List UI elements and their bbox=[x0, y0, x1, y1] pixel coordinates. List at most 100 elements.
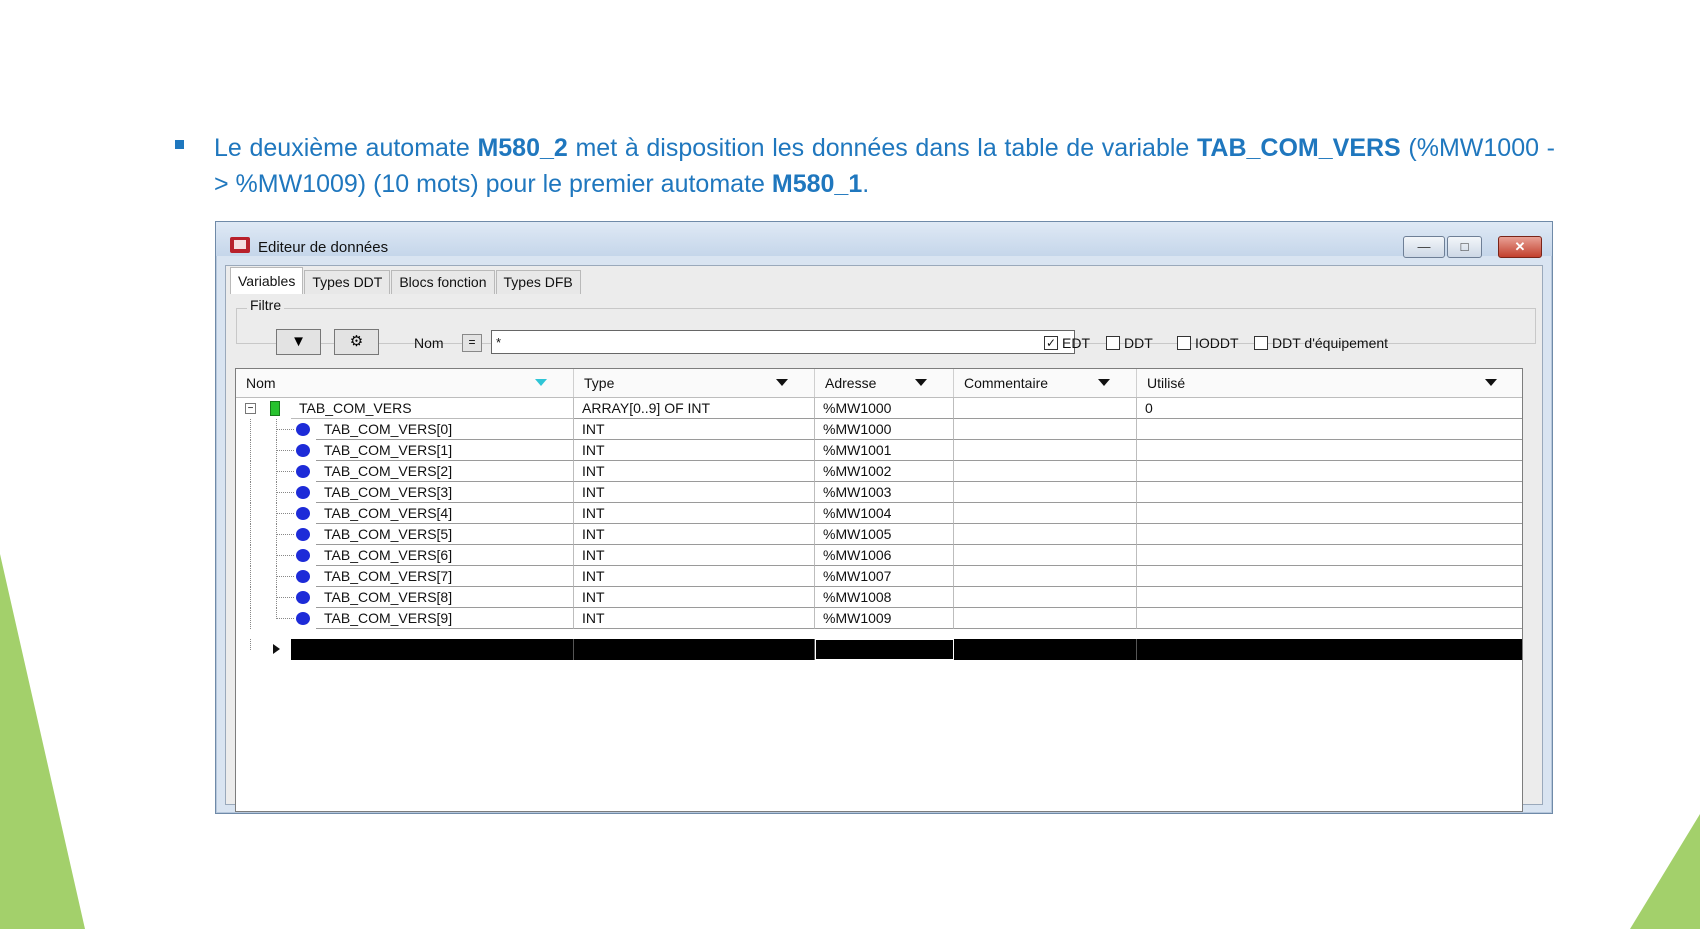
column-header-adresse[interactable]: Adresse bbox=[815, 369, 954, 397]
cell-comment[interactable] bbox=[954, 587, 1137, 608]
table-row[interactable]: TAB_COM_VERS[5] INT %MW1005 bbox=[236, 524, 1522, 545]
cell-used[interactable] bbox=[1137, 419, 1522, 440]
column-header-nom[interactable]: Nom bbox=[236, 369, 574, 397]
close-button[interactable]: ✕ bbox=[1498, 236, 1542, 258]
cell-address[interactable]: %MW1001 bbox=[815, 440, 954, 461]
tab-types-dfb[interactable]: Types DFB bbox=[495, 270, 581, 294]
cell-type[interactable]: INT bbox=[574, 440, 815, 461]
cell-type[interactable]: INT bbox=[574, 461, 815, 482]
cell-comment[interactable] bbox=[954, 545, 1137, 566]
cell-used[interactable] bbox=[1137, 482, 1522, 503]
table-row[interactable]: TAB_COM_VERS[9] INT %MW1009 bbox=[236, 608, 1522, 629]
cell-type[interactable]: ARRAY[0..9] OF INT bbox=[574, 398, 815, 419]
cell-address[interactable]: %MW1000 bbox=[815, 419, 954, 440]
cell-comment[interactable] bbox=[954, 419, 1137, 440]
cell-address[interactable]: %MW1005 bbox=[815, 524, 954, 545]
tab-types-ddt[interactable]: Types DDT bbox=[304, 270, 391, 294]
table-row[interactable]: TAB_COM_VERS[6] INT %MW1006 bbox=[236, 545, 1522, 566]
maximize-button[interactable]: □ bbox=[1447, 236, 1482, 258]
name-filter-input[interactable] bbox=[491, 330, 1075, 354]
table-row[interactable]: TAB_COM_VERS[3] INT %MW1003 bbox=[236, 482, 1522, 503]
cell-name[interactable]: TAB_COM_VERS bbox=[291, 398, 574, 419]
table-row-parent[interactable]: − TAB_COM_VERS ARRAY[0..9] OF INT %MW100… bbox=[236, 398, 1522, 419]
variable-options-button[interactable]: ⚙ bbox=[334, 329, 379, 355]
cell-name[interactable]: TAB_COM_VERS[4] bbox=[316, 503, 574, 524]
filter-button[interactable]: ▼ bbox=[276, 329, 321, 355]
table-row[interactable]: TAB_COM_VERS[2] INT %MW1002 bbox=[236, 461, 1522, 482]
cell-type[interactable]: INT bbox=[574, 545, 815, 566]
dropdown-arrow-icon[interactable] bbox=[776, 379, 788, 386]
table-row[interactable]: TAB_COM_VERS[8] INT %MW1008 bbox=[236, 587, 1522, 608]
checkbox-box[interactable] bbox=[1106, 336, 1120, 350]
cell-type[interactable]: INT bbox=[574, 503, 815, 524]
dropdown-arrow-icon[interactable] bbox=[915, 379, 927, 386]
cell-name[interactable]: TAB_COM_VERS[7] bbox=[316, 566, 574, 587]
cell-name[interactable]: TAB_COM_VERS[2] bbox=[316, 461, 574, 482]
cell-address[interactable]: %MW1006 bbox=[815, 545, 954, 566]
cell-comment[interactable] bbox=[954, 398, 1137, 419]
cell-address[interactable]: %MW1004 bbox=[815, 503, 954, 524]
cell-name[interactable]: TAB_COM_VERS[6] bbox=[316, 545, 574, 566]
cell-used[interactable] bbox=[1137, 461, 1522, 482]
cell-type[interactable]: INT bbox=[574, 419, 815, 440]
column-header-utilise[interactable]: Utilisé bbox=[1137, 369, 1522, 397]
cell-type[interactable]: INT bbox=[574, 566, 815, 587]
cell-name[interactable]: TAB_COM_VERS[9] bbox=[316, 608, 574, 629]
checkbox-box[interactable]: ✓ bbox=[1044, 336, 1058, 350]
cell-address[interactable]: %MW1000 bbox=[815, 398, 954, 419]
checkbox-ddt-equipement[interactable]: DDT d'équipement bbox=[1254, 335, 1388, 351]
table-row[interactable]: TAB_COM_VERS[1] INT %MW1001 bbox=[236, 440, 1522, 461]
cell-used[interactable] bbox=[1137, 587, 1522, 608]
cell-used[interactable] bbox=[1137, 440, 1522, 461]
cell-used[interactable] bbox=[1137, 566, 1522, 587]
new-cell-comment[interactable] bbox=[954, 639, 1137, 660]
table-row[interactable]: TAB_COM_VERS[0] INT %MW1000 bbox=[236, 419, 1522, 440]
checkbox-box[interactable] bbox=[1254, 336, 1268, 350]
cell-used[interactable] bbox=[1137, 545, 1522, 566]
column-header-type[interactable]: Type bbox=[574, 369, 815, 397]
table-row[interactable]: TAB_COM_VERS[7] INT %MW1007 bbox=[236, 566, 1522, 587]
cell-type[interactable]: INT bbox=[574, 608, 815, 629]
cell-address[interactable]: %MW1008 bbox=[815, 587, 954, 608]
new-cell-type[interactable] bbox=[574, 639, 815, 660]
tab-variables[interactable]: Variables bbox=[230, 267, 304, 294]
cell-used[interactable] bbox=[1137, 503, 1522, 524]
cell-used[interactable] bbox=[1137, 608, 1522, 629]
checkbox-ioddt[interactable]: IODDT bbox=[1177, 335, 1239, 351]
cell-address[interactable]: %MW1002 bbox=[815, 461, 954, 482]
title-bar[interactable]: Editeur de données — □ ✕ bbox=[216, 222, 1552, 258]
sort-arrow-icon[interactable] bbox=[535, 379, 547, 386]
cell-address[interactable]: %MW1003 bbox=[815, 482, 954, 503]
dropdown-arrow-icon[interactable] bbox=[1485, 379, 1497, 386]
cell-name[interactable]: TAB_COM_VERS[0] bbox=[316, 419, 574, 440]
cell-used[interactable] bbox=[1137, 524, 1522, 545]
new-cell-used[interactable] bbox=[1137, 639, 1522, 660]
new-cell-name[interactable] bbox=[291, 639, 574, 660]
checkbox-ddt[interactable]: DDT bbox=[1106, 335, 1153, 351]
cell-type[interactable]: INT bbox=[574, 524, 815, 545]
cell-comment[interactable] bbox=[954, 461, 1137, 482]
cell-comment[interactable] bbox=[954, 482, 1137, 503]
cell-type[interactable]: INT bbox=[574, 482, 815, 503]
equals-button[interactable]: = bbox=[462, 334, 482, 352]
cell-used[interactable]: 0 bbox=[1137, 398, 1522, 419]
table-row[interactable]: TAB_COM_VERS[4] INT %MW1004 bbox=[236, 503, 1522, 524]
cell-type[interactable]: INT bbox=[574, 587, 815, 608]
cell-comment[interactable] bbox=[954, 608, 1137, 629]
cell-comment[interactable] bbox=[954, 524, 1137, 545]
cell-comment[interactable] bbox=[954, 503, 1137, 524]
cell-comment[interactable] bbox=[954, 566, 1137, 587]
column-header-commentaire[interactable]: Commentaire bbox=[954, 369, 1137, 397]
cell-name[interactable]: TAB_COM_VERS[3] bbox=[316, 482, 574, 503]
cell-name[interactable]: TAB_COM_VERS[5] bbox=[316, 524, 574, 545]
cell-address[interactable]: %MW1007 bbox=[815, 566, 954, 587]
minimize-button[interactable]: — bbox=[1403, 236, 1445, 258]
cell-comment[interactable] bbox=[954, 440, 1137, 461]
checkbox-edt[interactable]: ✓ EDT bbox=[1044, 335, 1090, 351]
dropdown-arrow-icon[interactable] bbox=[1098, 379, 1110, 386]
cell-address[interactable]: %MW1009 bbox=[815, 608, 954, 629]
new-cell-address[interactable] bbox=[815, 639, 954, 660]
cell-name[interactable]: TAB_COM_VERS[8] bbox=[316, 587, 574, 608]
new-variable-row[interactable] bbox=[236, 639, 1522, 660]
tab-blocs-fonction[interactable]: Blocs fonction bbox=[391, 270, 495, 294]
